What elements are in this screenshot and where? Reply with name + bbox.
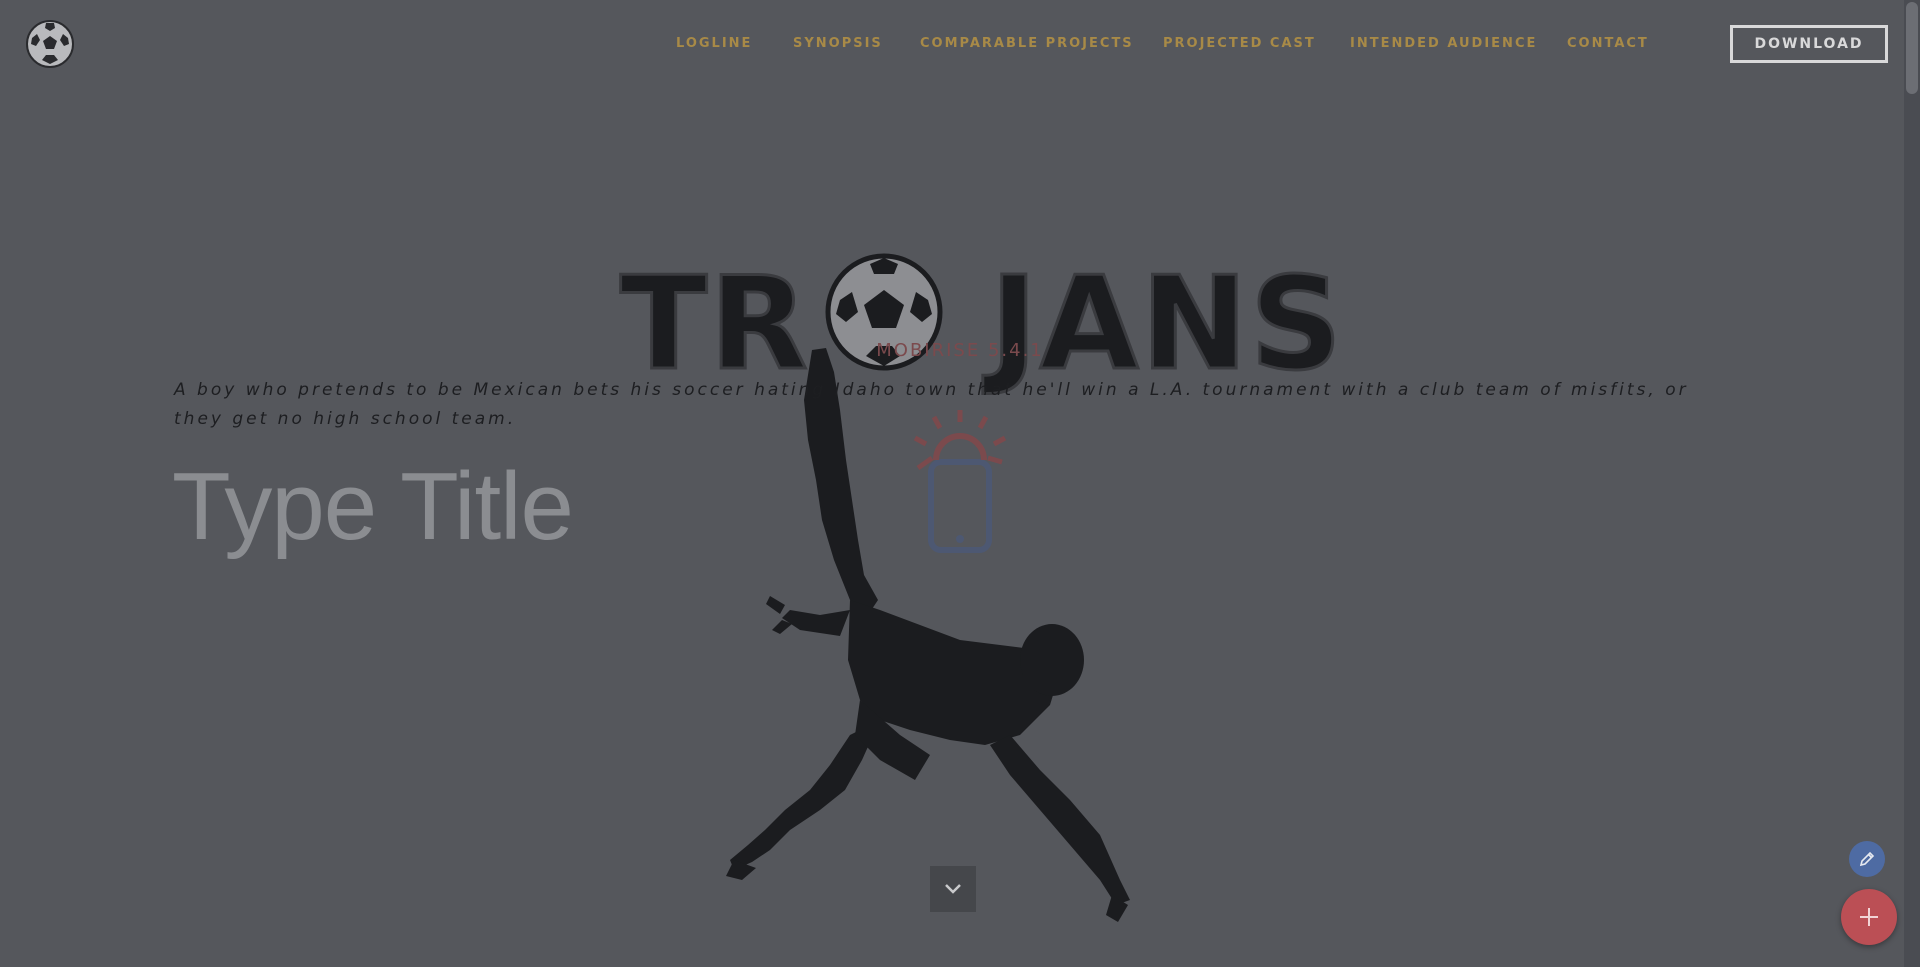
scrollbar-thumb[interactable] (1906, 2, 1918, 94)
nav-contact[interactable]: CONTACT (1567, 36, 1649, 51)
download-button[interactable]: DOWNLOAD (1730, 25, 1888, 63)
page-scrollbar[interactable] (1904, 0, 1920, 967)
edit-button[interactable] (1849, 841, 1885, 877)
nav-synopsis[interactable]: SYNOPSIS (793, 36, 883, 51)
pencil-icon (1859, 851, 1875, 867)
page: TR JANS LOGLINE SYNOPSIS COMPARABLE PROJ… (0, 0, 1920, 967)
nav-comparable-projects[interactable]: COMPARABLE PROJECTS (920, 36, 1134, 51)
hero-title-placeholder[interactable]: Type Title (172, 452, 574, 562)
player-silhouette (726, 348, 1130, 922)
chevron-down-icon (945, 884, 961, 894)
nav-logline[interactable]: LOGLINE (676, 36, 752, 51)
logline-text: A boy who pretends to be Mexican bets hi… (174, 380, 1689, 429)
scroll-down-button[interactable] (930, 866, 976, 912)
builder-version-label: MOBIRISE 5.4.1 (876, 340, 1044, 361)
plus-icon (1860, 908, 1878, 926)
nav-projected-cast[interactable]: PROJECTED CAST (1163, 36, 1316, 51)
add-block-button[interactable] (1841, 889, 1897, 945)
nav-intended-audience[interactable]: INTENDED AUDIENCE (1350, 36, 1537, 51)
main-nav: LOGLINE SYNOPSIS COMPARABLE PROJECTS PRO… (0, 36, 1920, 56)
